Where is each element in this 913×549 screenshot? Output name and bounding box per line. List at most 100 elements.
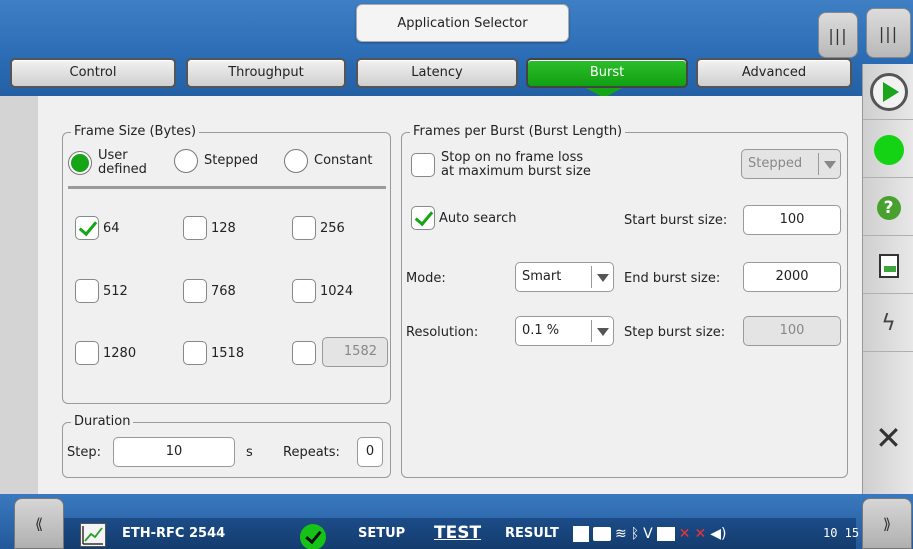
remote-icon (656, 527, 675, 541)
network-icon: ✕ (694, 526, 707, 542)
radio-button[interactable] (174, 149, 198, 173)
volume-icon: ◀) (710, 526, 727, 542)
checkbox[interactable] (292, 279, 316, 303)
checkbox-label: 1024 (320, 283, 354, 299)
chevrons-left-icon: ⟪ (34, 514, 44, 533)
radio-constant[interactable]: Constant (284, 149, 372, 173)
burst-length-group: Frames per Burst (Burst Length) Stop on … (401, 124, 848, 478)
checkbox-size-256[interactable]: 256 (292, 216, 345, 240)
close-icon: ✕ (875, 419, 902, 457)
resolution-label: Resolution: (406, 325, 479, 340)
satellite-icon: ✕ (678, 526, 691, 542)
help-button[interactable]: ? (863, 180, 913, 236)
tab-latency[interactable]: Latency (356, 58, 518, 88)
checkbox-label: Stop on no frame loss at maximum burst si… (441, 150, 591, 179)
inject-error-button[interactable]: ϟ (863, 296, 913, 352)
tab-throughput[interactable]: Throughput (186, 58, 346, 88)
checkbox[interactable] (292, 341, 316, 365)
end-burst-field[interactable]: 2000 (743, 262, 841, 292)
step-label: Step: (67, 445, 101, 460)
checkbox-size-512[interactable]: 512 (75, 279, 128, 303)
radio-button[interactable] (68, 151, 92, 175)
panel-handle-right[interactable]: ||| (866, 8, 911, 58)
step-burst-label: Step burst size: (624, 325, 726, 340)
checkbox[interactable] (75, 279, 99, 303)
stop-mode-select[interactable]: Stepped (741, 149, 841, 179)
checkbox[interactable] (75, 216, 99, 240)
checkbox-size-custom[interactable] (292, 341, 316, 365)
tab-control[interactable]: Control (10, 58, 176, 88)
chevrons-right-icon: ⟫ (882, 514, 892, 533)
frame-size-title: Frame Size (Bytes) (71, 124, 200, 139)
radio-button[interactable] (284, 149, 308, 173)
module-name[interactable]: ETH-RFC 2544 (122, 518, 225, 549)
step-burst-field[interactable]: 100 (743, 316, 841, 346)
status-led-icon (873, 134, 904, 165)
power-plug-icon (573, 526, 589, 542)
custom-size-field[interactable]: 1582 (322, 337, 388, 367)
checkbox[interactable] (183, 279, 207, 303)
start-test-button[interactable] (863, 64, 913, 120)
repeats-field[interactable]: 0 (357, 437, 383, 467)
duration-group: Duration Step: 10 s Repeats: 0 (62, 414, 391, 478)
checkbox-size-128[interactable]: 128 (183, 216, 236, 240)
help-icon: ? (876, 195, 901, 220)
checkbox-size-768[interactable]: 768 (183, 279, 236, 303)
checkbox[interactable] (292, 216, 316, 240)
checkbox-size-1024[interactable]: 1024 (292, 279, 353, 303)
lightning-icon: ϟ (881, 311, 896, 336)
grip-icon: ||| (828, 25, 848, 45)
clock: 10 15 (823, 526, 860, 540)
checkbox-label: 768 (211, 283, 236, 299)
v-icon: V (643, 526, 653, 542)
usb-icon (593, 527, 611, 541)
right-expand-handle[interactable]: ⟫ (862, 498, 912, 549)
resolution-select[interactable]: 0.1 % (515, 316, 614, 346)
result-button[interactable]: RESULT (505, 518, 559, 549)
start-burst-label: Start burst size: (624, 213, 728, 228)
tab-advanced[interactable]: Advanced (696, 58, 852, 88)
checkbox-size-64[interactable]: 64 (75, 216, 120, 240)
play-icon (869, 72, 908, 111)
status-indicator[interactable] (863, 122, 913, 178)
frame-size-group: Frame Size (Bytes) User defined Stepped C… (62, 124, 391, 404)
module-chart-icon[interactable] (80, 523, 106, 547)
setup-button[interactable]: SETUP (358, 518, 405, 549)
checkbox[interactable] (411, 206, 435, 230)
report-button[interactable] (863, 238, 913, 294)
system-tray: ≋ ᛒ V ✕ ✕ ◀) (573, 522, 726, 546)
radio-label: Stepped (204, 153, 259, 168)
panel-handle-left[interactable]: ||| (818, 12, 858, 58)
checkbox-stop-on-no-loss[interactable]: Stop on no frame loss at maximum burst si… (411, 151, 591, 179)
step-duration-field[interactable]: 10 (113, 437, 235, 467)
chevron-down-icon (591, 266, 613, 288)
application-selector-button[interactable]: Application Selector (356, 4, 569, 42)
checkbox-auto-search[interactable]: Auto search (411, 206, 517, 230)
test-button[interactable]: TEST (434, 518, 481, 549)
checkbox-label: 512 (103, 283, 128, 299)
check-icon (300, 524, 326, 549)
checkbox[interactable] (183, 216, 207, 240)
checkbox-label: 1280 (103, 345, 137, 361)
left-expand-handle[interactable]: ⟪ (14, 498, 64, 549)
chevron-down-icon (591, 320, 613, 342)
checkbox-size-1518[interactable]: 1518 (183, 341, 244, 365)
mode-select[interactable]: Smart (515, 262, 614, 292)
radio-stepped[interactable]: Stepped (174, 149, 258, 173)
step-unit: s (246, 445, 253, 460)
checkbox-size-1280[interactable]: 1280 (75, 341, 136, 365)
burst-length-title: Frames per Burst (Burst Length) (410, 124, 626, 139)
end-burst-label: End burst size: (624, 271, 721, 286)
checkbox[interactable] (411, 153, 435, 177)
checkbox-label: 1518 (211, 345, 245, 361)
checkbox[interactable] (75, 341, 99, 365)
chevron-down-icon (818, 153, 840, 175)
checkbox[interactable] (183, 341, 207, 365)
start-burst-field[interactable]: 100 (743, 205, 841, 235)
checkbox-label: 64 (103, 220, 120, 236)
close-button[interactable]: ✕ (863, 410, 913, 466)
tab-burst[interactable]: Burst (526, 58, 688, 88)
radio-user-defined[interactable]: User defined (68, 149, 147, 177)
report-icon (878, 253, 899, 278)
duration-title: Duration (71, 414, 134, 429)
